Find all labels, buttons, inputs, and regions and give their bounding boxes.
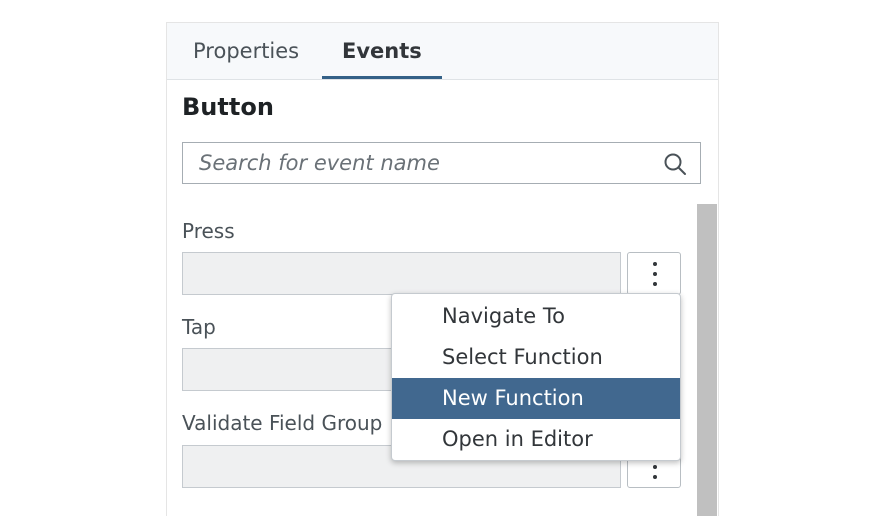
event-label-press: Press (182, 219, 235, 243)
menu-item-new-function[interactable]: New Function (392, 378, 680, 419)
more-vertical-icon (653, 262, 657, 286)
press-more-button[interactable] (627, 252, 681, 295)
menu-item-select-function[interactable]: Select Function (392, 337, 680, 378)
context-menu: Navigate To Select Function New Function… (391, 293, 681, 461)
search-box (182, 142, 701, 184)
scrollbar[interactable] (697, 204, 717, 516)
tab-events[interactable]: Events (322, 37, 442, 79)
event-field-press[interactable] (182, 252, 621, 295)
menu-item-open-in-editor[interactable]: Open in Editor (392, 419, 680, 460)
tab-properties[interactable]: Properties (173, 37, 319, 79)
search-input[interactable] (183, 143, 669, 183)
tab-bar: Properties Events (167, 23, 718, 80)
section-title: Button (182, 93, 274, 121)
event-label-tap: Tap (182, 315, 216, 339)
event-label-validate-field-group: Validate Field Group (182, 411, 383, 435)
menu-item-navigate-to[interactable]: Navigate To (392, 296, 680, 337)
search-icon[interactable] (662, 151, 688, 177)
